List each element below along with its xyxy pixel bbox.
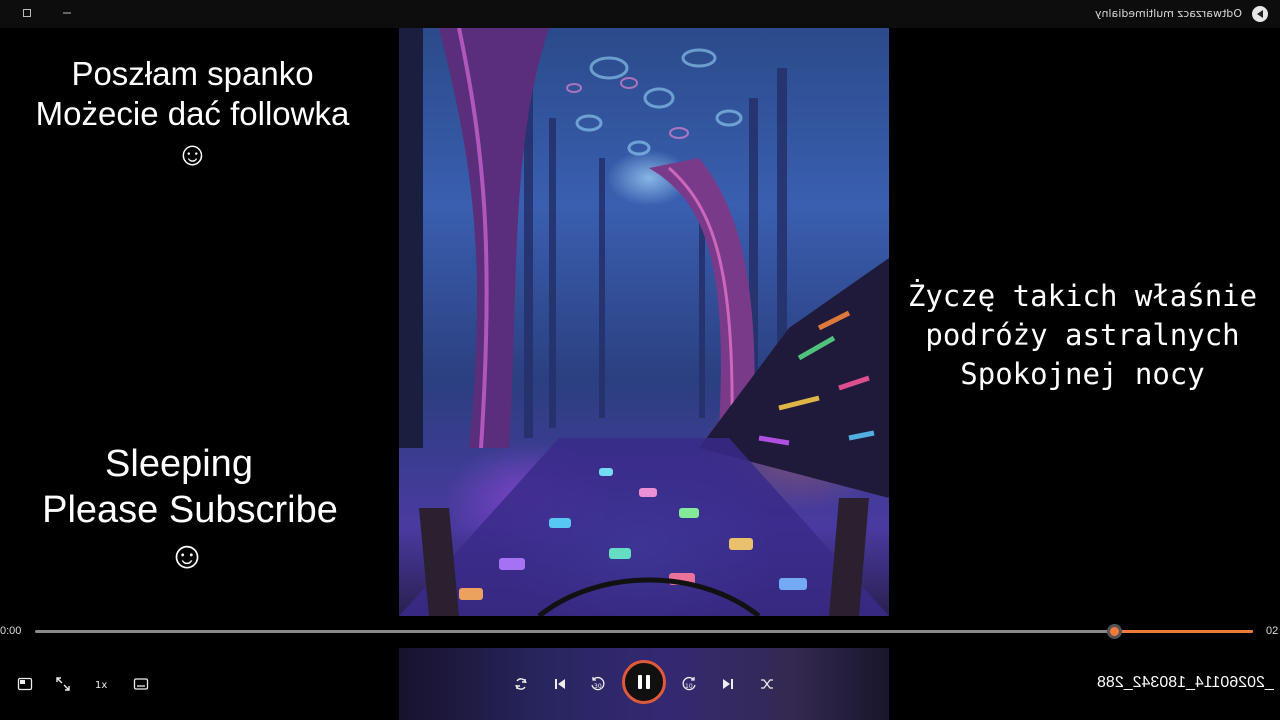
overlay-text-right: Życzę takich właśnie podróży astralnych …: [895, 277, 1270, 394]
next-icon[interactable]: [717, 673, 739, 695]
pause-icon: [638, 675, 650, 689]
fullscreen-icon[interactable]: [52, 673, 74, 695]
playback-speed-icon[interactable]: 1x: [91, 673, 113, 695]
overlay-line: Życzę takich właśnie: [907, 279, 1258, 313]
overlay-line: Sleeping: [105, 443, 253, 485]
pause-button[interactable]: [622, 660, 666, 704]
seek-thumb[interactable]: [1106, 624, 1122, 639]
smiley-icon: ☺: [167, 535, 207, 577]
seek-bar-fill: [1114, 630, 1253, 633]
video-frame[interactable]: [399, 28, 889, 616]
overlay-line: Poszłam spanko: [71, 55, 314, 92]
psychedelic-forest-image: [399, 28, 889, 616]
shuffle-icon[interactable]: [756, 673, 778, 695]
overlay-line: Please Subscribe: [42, 489, 338, 531]
restore-icon[interactable]: [16, 4, 38, 22]
file-name: _20260114_180342_288: [1097, 674, 1274, 691]
subtitles-icon[interactable]: [130, 673, 152, 695]
smiley-icon: ☺: [175, 135, 210, 172]
svg-text:10: 10: [685, 683, 693, 690]
title-bar: Odtwarzacz multimedialny: [0, 0, 1280, 28]
time-remaining: 02: [1266, 625, 1279, 637]
seek-bar[interactable]: [35, 624, 1253, 639]
overlay-line: podróży astralnych: [925, 318, 1240, 352]
overlay-text-left-bottom: Sleeping Please Subscribe ☺: [20, 441, 360, 579]
rewind-icon[interactable]: 30: [587, 673, 609, 695]
overlay-text-left-top: Poszłam spanko Możecie dać followka ☺: [20, 54, 365, 174]
time-elapsed: 0:00: [0, 625, 22, 637]
window-title: Odtwarzacz multimedialny: [1095, 7, 1242, 20]
overlay-line: Spokojnej nocy: [960, 357, 1205, 391]
overlay-line: Możecie dać followka: [35, 95, 350, 132]
previous-icon[interactable]: [549, 673, 571, 695]
app-logo-icon: [1252, 6, 1268, 22]
svg-text:1x: 1x: [95, 680, 107, 691]
forward-icon[interactable]: 10: [678, 673, 700, 695]
controls-bar: 1x 30 10: [0, 648, 1280, 720]
mini-player-icon[interactable]: [14, 673, 36, 695]
svg-text:30: 30: [594, 683, 602, 690]
minimize-icon[interactable]: [56, 4, 78, 22]
repeat-icon[interactable]: [510, 673, 532, 695]
